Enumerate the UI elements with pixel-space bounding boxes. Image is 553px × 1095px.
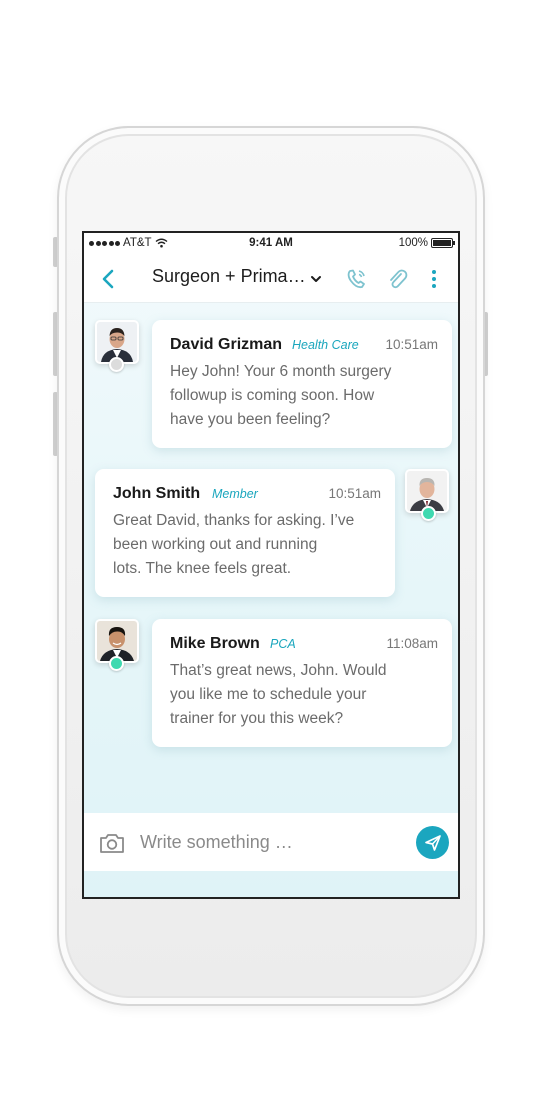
message-text: That’s great news, John. Would you like … [170,659,387,731]
sender-role: PCA [270,637,296,651]
person-portrait-icon [97,322,137,362]
sender-name: John Smith [113,485,201,502]
message-line: have you been feeling? [170,411,331,428]
paperclip-icon[interactable] [384,265,410,293]
chevron-down-icon[interactable] [310,269,322,289]
message-line: Hey John! Your 6 month surgery [170,363,392,380]
message-line: trainer for you this week? [170,710,344,727]
status-bar: AT&T 9:41 AM 100% [84,233,458,255]
person-portrait-icon [407,471,447,511]
message-card[interactable]: John Smith Member 10:51am Great David, t… [95,469,395,597]
phone-icon[interactable] [344,265,370,293]
message-input[interactable] [140,825,400,859]
message-line: lots. The knee feels great. [113,560,292,577]
conversation-title[interactable]: Surgeon + Prima… [152,266,304,287]
message-line: That’s great news, John. Would [170,662,387,679]
phone-screen: AT&T 9:41 AM 100% Surgeon + Prima… David… [82,231,460,899]
presence-indicator [109,357,124,372]
message-card[interactable]: David Grizman Health Care 10:51am Hey Jo… [152,320,452,448]
more-vertical-icon[interactable] [426,265,452,293]
back-chevron-icon[interactable] [98,265,120,293]
message-line: followup is coming soon. How [170,387,375,404]
message-text: Hey John! Your 6 month surgery followup … [170,360,391,432]
battery-icon [431,238,455,248]
send-icon [424,834,441,851]
message-composer [84,813,458,871]
battery-group: 100% [398,237,455,249]
conversation-header: Surgeon + Prima… [84,255,458,303]
message-text: Great David, thanks for asking. I’ve bee… [113,509,354,581]
message-time: 11:08am [386,636,438,651]
message-card[interactable]: Mike Brown PCA 11:08am That’s great news… [152,619,452,747]
message-line: been working out and running [113,536,318,553]
camera-icon[interactable] [98,831,126,855]
send-button[interactable] [416,826,449,859]
presence-indicator [109,656,124,671]
message-line: you like me to schedule your [170,686,367,703]
person-portrait-icon [97,621,137,661]
sender-role: Member [212,487,258,501]
presence-indicator [421,506,436,521]
sender-name: David Grizman [170,336,283,353]
sender-name: Mike Brown [170,635,260,652]
battery-percent: 100% [398,237,428,249]
message-time: 10:51am [328,486,381,501]
message-line: Great David, thanks for asking. I’ve [113,512,355,529]
sender-role: Health Care [292,338,359,352]
message-time: 10:51am [385,337,438,352]
